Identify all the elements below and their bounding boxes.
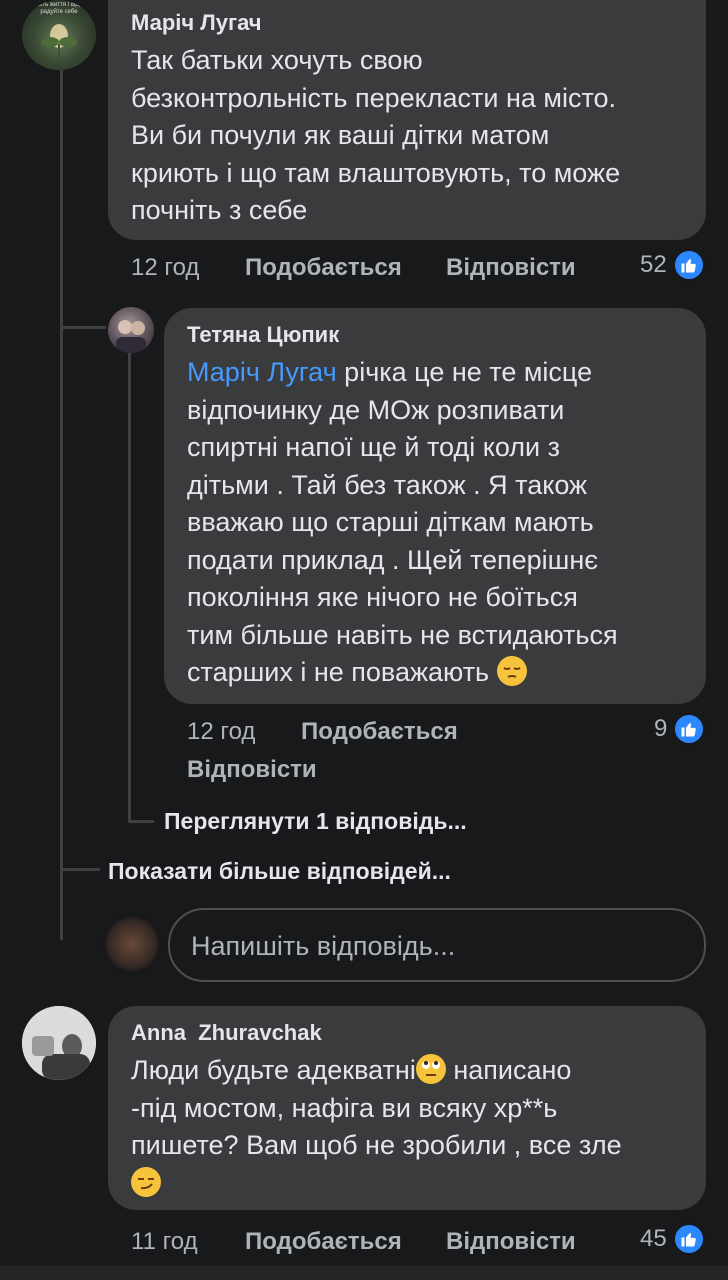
comment-line: дітьми . Тай без також . Я також <box>187 469 588 500</box>
comment-author[interactable]: Тетяна Цюпик <box>187 322 339 348</box>
thread-line-sub-h <box>128 820 154 823</box>
reactions-summary[interactable]: 52 <box>640 249 705 281</box>
mention-link[interactable]: Маріч Лугач <box>187 357 337 387</box>
thread-line-branch-1-h <box>60 326 106 329</box>
reply-button[interactable]: Відповісти <box>187 756 317 784</box>
comment-text: Так батьки хочуть свою безконтрольність … <box>131 42 620 230</box>
comment-line: Люди будьте адекватні написано <box>131 1052 622 1090</box>
comment-text: Люди будьте адекватні написано -під мост… <box>131 1052 622 1202</box>
comment-line: вважаю що старші діткам мають <box>187 507 594 537</box>
comment-time[interactable]: 11 год <box>131 1228 198 1256</box>
comment-line-text: написано <box>445 1055 572 1085</box>
reply-input-placeholder: Напишіть відповідь... <box>191 931 456 961</box>
like-reaction-icon <box>672 249 705 281</box>
avatar-photo-icon <box>116 320 146 353</box>
like-button[interactable]: Подобається <box>245 1228 402 1256</box>
comment-line: безконтрольність перекласти на місто. <box>131 82 617 113</box>
comment-line: -під мостом, нафіга ви всяку хр**ь <box>131 1092 558 1123</box>
comment-time[interactable]: 12 год <box>131 254 199 282</box>
comment-line: спиртні напої ще й тоді коли з <box>187 432 560 462</box>
reactions-summary[interactable]: 45 <box>640 1223 705 1255</box>
composer-avatar <box>106 918 158 970</box>
like-button[interactable]: Подобається <box>245 254 402 282</box>
comment-line: Маріч Лугач річка це не те місце <box>187 354 618 392</box>
comment-line: Ви би почули як ваші дітки матом <box>131 120 550 150</box>
comment-line-text: річка це не те місце <box>336 357 593 387</box>
comment-line: почніть з себе <box>131 195 308 225</box>
like-reaction-icon <box>672 1223 705 1255</box>
comment-line: тим більше навіть не встидаються <box>187 619 618 650</box>
reactions-count: 9 <box>654 715 668 742</box>
thread-line-main <box>60 70 63 940</box>
bottom-edge-bar <box>0 1266 728 1280</box>
comment-line-text: старших і не поважають <box>187 657 497 687</box>
reply-button[interactable]: Відповісти <box>446 1228 576 1256</box>
comment-text: Маріч Лугач річка це не те місце відпочи… <box>187 354 618 692</box>
avatar-caption: Любіть життя і щодня радуйте себе <box>29 2 89 15</box>
like-reaction-icon <box>673 713 706 745</box>
comment-line: подати приклад . Щей теперішнє <box>187 544 599 575</box>
pensive-face-icon <box>496 656 527 686</box>
avatar[interactable]: Любіть життя і щодня радуйте себе <box>22 0 96 70</box>
comment-line: пишете? Вам щоб не зробили , все зле <box>131 1130 622 1160</box>
comment-line: старших і не поважають <box>187 654 618 692</box>
avatar-photo-icon <box>22 1006 96 1080</box>
face-with-rolling-eyes-icon <box>415 1054 446 1084</box>
comment-line-text: Люди будьте адекватні <box>131 1055 416 1085</box>
reply-button[interactable]: Відповісти <box>446 254 576 282</box>
comment-line: відпочинку де МОж розпивати <box>187 394 565 425</box>
comment-time[interactable]: 12 год <box>187 718 255 746</box>
comment-line: покоління яке нічого не боїться <box>187 582 578 612</box>
thread-line-more-h <box>60 868 100 871</box>
smirking-face-icon <box>131 1166 161 1197</box>
reactions-count: 52 <box>640 251 667 278</box>
thread-line-sub <box>128 352 131 822</box>
avatar[interactable] <box>108 307 154 353</box>
like-button[interactable]: Подобається <box>301 718 458 746</box>
reactions-count: 45 <box>640 1225 667 1252</box>
comment-line: криють і що там влаштовують, то може <box>131 157 621 188</box>
comment-line <box>131 1165 622 1203</box>
comment-author[interactable]: Маріч Лугач <box>131 10 262 36</box>
view-replies-link[interactable]: Переглянути 1 відповідь... <box>164 808 467 835</box>
comment-line: Так батьки хочуть свою <box>131 45 423 75</box>
comment-author[interactable]: Anna Zhuravchak <box>131 1020 322 1046</box>
show-more-replies-link[interactable]: Показати більше відповідей... <box>108 858 451 885</box>
avatar[interactable] <box>22 1006 96 1080</box>
reactions-summary[interactable]: 9 <box>654 713 706 745</box>
